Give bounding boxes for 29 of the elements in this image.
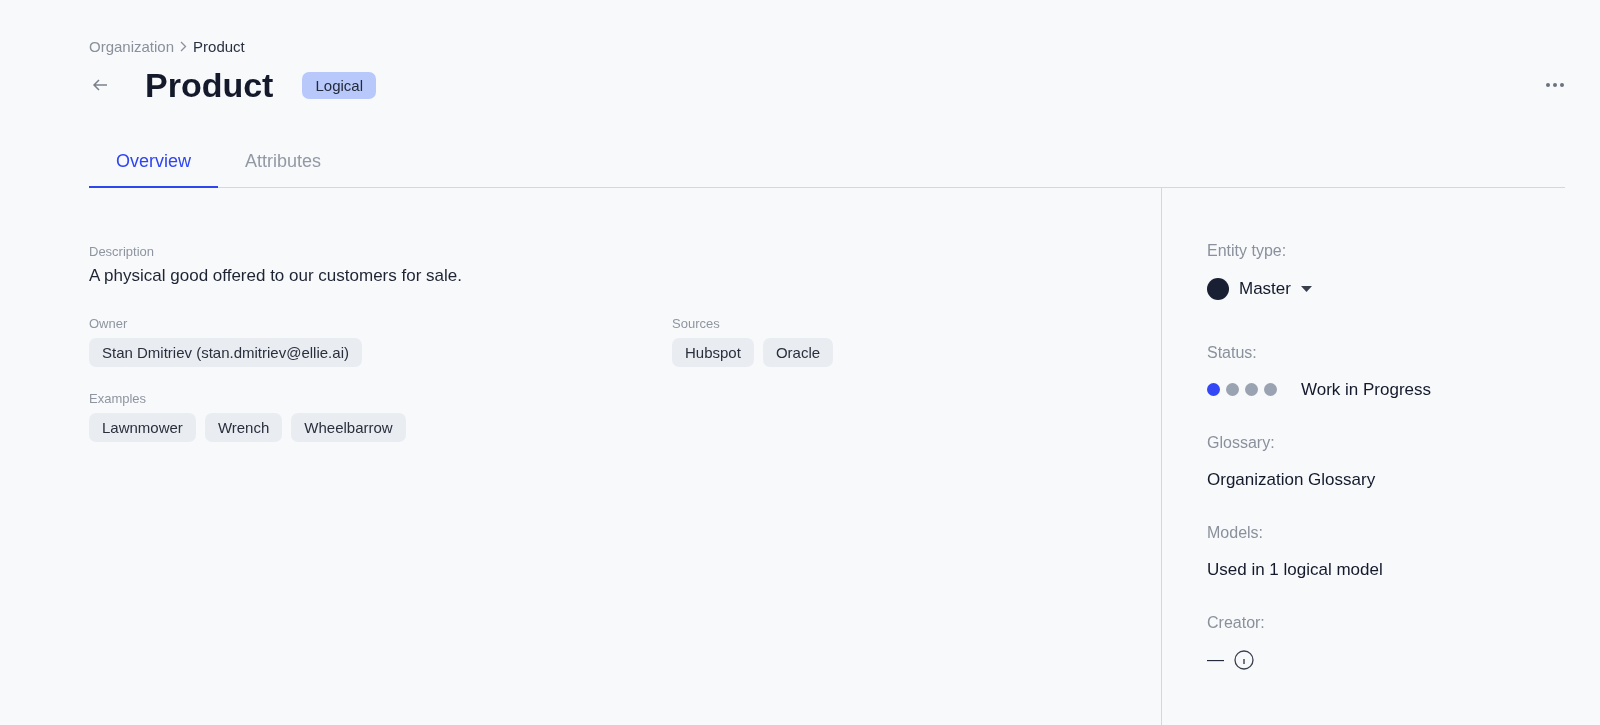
description-text: A physical good offered to our customers for sale.: [89, 265, 463, 286]
tab[interactable]: Overview: [89, 141, 218, 188]
example-chip: Wrench: [204, 412, 283, 442]
breadcrumb-item: Product: [193, 38, 245, 55]
property-label: Entity type:: [1207, 241, 1288, 260]
owner-chip: Stan Dmitriev (stan.dmitriev@ellie.ai): [89, 337, 362, 367]
field-label: Description: [89, 243, 156, 259]
source-chip: Oracle: [762, 337, 834, 367]
property-label: Status:: [1207, 343, 1258, 362]
property-label: Creator:: [1207, 613, 1266, 632]
more-options-icon[interactable]: [1545, 82, 1565, 88]
field-label: Owner: [89, 315, 129, 331]
entity-type-dropdown[interactable]: Master: [1239, 278, 1312, 299]
example-chip: Lawnmower: [89, 412, 196, 442]
source-chip: Hubspot: [672, 337, 754, 367]
property-label: Models:: [1207, 523, 1265, 542]
models-value: Used in 1 logical model: [1207, 559, 1384, 580]
property-label: Glossary:: [1207, 433, 1276, 452]
info-icon[interactable]: [1234, 649, 1254, 670]
example-chip: Wheelbarrow: [291, 412, 406, 442]
field-label: Examples: [89, 390, 148, 406]
caret-icon: [1300, 285, 1312, 292]
creator-value: —: [1207, 649, 1224, 670]
field-label: Sources: [672, 315, 721, 331]
page-title: Product: [145, 65, 274, 105]
status-value: Work in Progress: [1301, 379, 1432, 400]
glossary-value: Organization Glossary: [1207, 469, 1377, 490]
chevron-right-icon: [180, 41, 188, 52]
type-badge: Logical: [302, 71, 376, 99]
